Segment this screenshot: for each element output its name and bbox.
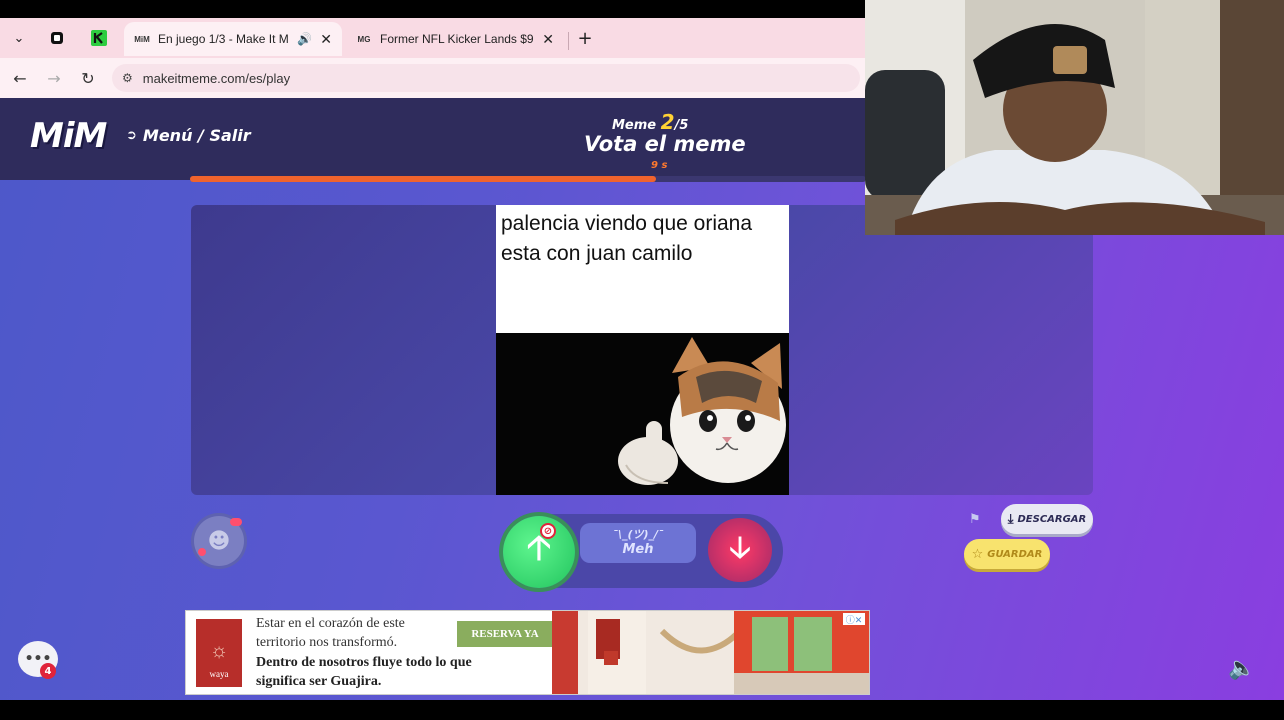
- save-label: GUARDAR: [987, 548, 1043, 560]
- meme-caption: palencia viendo que oriana esta con juan…: [496, 205, 789, 333]
- article-favicon-icon: MG: [357, 34, 371, 44]
- advertisement-banner[interactable]: ☼ waya Estar en el corazón de este terri…: [185, 610, 870, 695]
- meh-shrug-face: ¯\_(ツ)_/¯: [612, 528, 664, 541]
- meme-panel: palencia viendo que oriana esta con juan…: [191, 205, 1093, 495]
- avatar[interactable]: ☻: [194, 516, 244, 566]
- pinned-tab-app-icon[interactable]: [44, 25, 70, 51]
- timer-label: 9 s: [651, 160, 668, 171]
- crying-cat-thumbs-up-image: [496, 333, 789, 495]
- downvote-button[interactable]: 🡣: [708, 518, 772, 582]
- star-icon: ☆: [971, 546, 984, 562]
- menu-exit-button[interactable]: ➲ Menú / Salir: [126, 126, 251, 145]
- avatar-cheek: [198, 548, 206, 556]
- browser-tab-bar: ⌄ MiM En juego 1/3 - Make It Meme 🔊 ✕ MG…: [0, 18, 866, 58]
- download-button[interactable]: ⤓ DESCARGAR: [1001, 504, 1093, 534]
- ad-hotel-room-image: [552, 611, 869, 694]
- mim-favicon-icon: MiM: [134, 34, 150, 44]
- save-button[interactable]: ☆ GUARDAR: [964, 539, 1050, 569]
- meme-total: /5: [674, 118, 689, 133]
- tab-nfl-article[interactable]: MG Former NFL Kicker Lands $9.25M ✕: [346, 22, 564, 56]
- report-flag-icon[interactable]: ⚑: [969, 512, 985, 528]
- smiley-face-icon: ☻: [207, 528, 231, 554]
- browser-toolbar: ← → ↻ ⚙ makeitmeme.com/es/play: [0, 58, 866, 98]
- ad-text-line1: Estar en el corazón de este territorio n…: [256, 616, 405, 650]
- page-title: Vota el meme: [584, 132, 746, 156]
- meme-counter: Meme 2/5: [612, 110, 688, 134]
- download-label: DESCARGAR: [1017, 513, 1087, 525]
- exit-icon: ➲: [126, 128, 137, 143]
- tab-audio-speaker-icon[interactable]: 🔊: [297, 32, 312, 46]
- back-icon[interactable]: ←: [8, 66, 32, 90]
- not-allowed-icon: ⊘: [540, 523, 556, 539]
- tab-list-chevron-down-icon[interactable]: ⌄: [6, 25, 32, 51]
- meh-label: Meh: [622, 542, 654, 557]
- tune-icon[interactable]: ⚙: [122, 71, 133, 85]
- pinned-tab-k-icon[interactable]: [86, 25, 112, 51]
- tab-separator: [568, 32, 569, 50]
- top-black-strip: [0, 0, 866, 18]
- tab-make-it-meme[interactable]: MiM En juego 1/3 - Make It Meme 🔊 ✕: [124, 22, 342, 56]
- ad-text-line2: Dentro de nosotros fluye todo lo que sig…: [256, 655, 472, 689]
- waya-logo: ☼ waya: [196, 619, 242, 687]
- timer-progress-fill: [190, 176, 657, 182]
- tab-close-icon[interactable]: ✕: [542, 31, 554, 48]
- download-icon: ⤓: [1007, 511, 1014, 527]
- forward-icon[interactable]: →: [42, 66, 66, 90]
- meme-current: 2: [660, 110, 675, 134]
- avatar-accessory: [230, 518, 242, 526]
- screen: ⌄ MiM En juego 1/3 - Make It Meme 🔊 ✕ MG…: [0, 0, 1284, 720]
- ad-info-icon[interactable]: ⓘ✕: [843, 613, 865, 626]
- mim-logo[interactable]: MiM: [30, 116, 107, 156]
- meme-card: palencia viendo que oriana esta con juan…: [496, 205, 789, 495]
- address-bar[interactable]: ⚙ makeitmeme.com/es/play: [112, 64, 860, 92]
- tab-close-icon[interactable]: ✕: [320, 31, 332, 48]
- ad-brand: waya: [209, 669, 229, 679]
- speaker-icon[interactable]: 🔈: [1227, 653, 1257, 683]
- meh-button[interactable]: ¯\_(ツ)_/¯ Meh: [580, 523, 696, 563]
- arrow-down-icon: 🡣: [729, 529, 751, 565]
- webcam-overlay: [865, 0, 1284, 235]
- meme-word: Meme: [612, 118, 657, 133]
- upvote-button[interactable]: 🡡: [503, 516, 575, 588]
- url-text: makeitmeme.com/es/play: [142, 70, 291, 86]
- ad-cta-button[interactable]: RESERVA YA: [457, 621, 553, 647]
- reload-icon[interactable]: ↻: [76, 66, 100, 90]
- chat-unread-badge: 4: [40, 663, 56, 679]
- sun-logo-icon: ☼: [209, 640, 229, 662]
- menu-label: Menú / Salir: [142, 126, 251, 145]
- game-header: MiM ➲ Menú / Salir Meme 2/5 Vota el meme…: [0, 98, 866, 182]
- timer-progress-bar: [190, 176, 866, 182]
- new-tab-plus-icon[interactable]: +: [572, 25, 598, 51]
- tab-label: En juego 1/3 - Make It Meme: [158, 32, 289, 46]
- tab-label: Former NFL Kicker Lands $9.25M: [380, 32, 534, 46]
- bottom-black-strip: [0, 700, 1284, 720]
